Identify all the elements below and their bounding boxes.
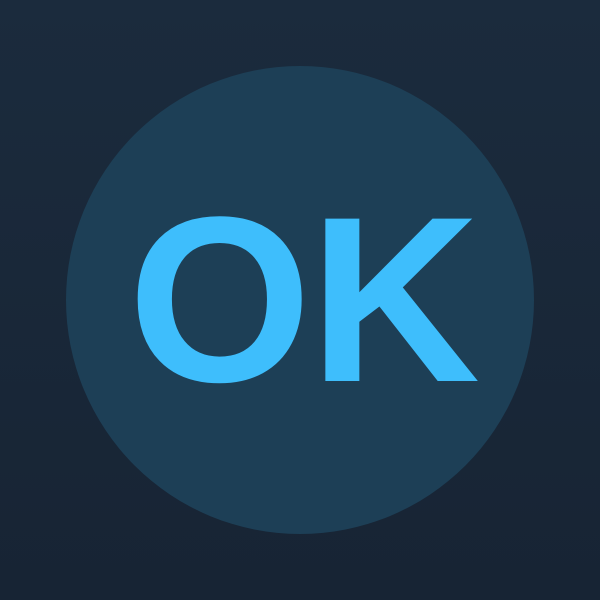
ok-label: OK <box>128 168 480 432</box>
ok-badge: OK <box>66 66 534 534</box>
